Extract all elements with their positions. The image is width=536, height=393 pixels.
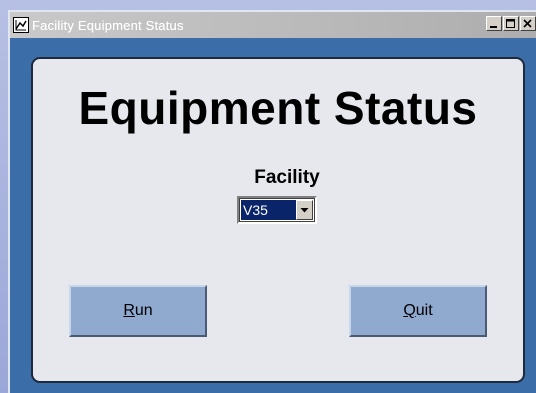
quit-button-mnemonic: Q bbox=[403, 302, 416, 319]
app-icon bbox=[13, 17, 29, 33]
chevron-down-icon bbox=[300, 208, 309, 213]
page-title: Equipment Status bbox=[78, 82, 478, 134]
app-window: Facility Equipment Status Equipment Stat… bbox=[8, 10, 536, 393]
run-button[interactable]: Run bbox=[69, 285, 207, 337]
facility-label: Facility bbox=[254, 167, 320, 188]
run-button-label: un bbox=[134, 302, 153, 319]
close-icon bbox=[523, 18, 532, 28]
facility-select-value: V35 bbox=[241, 200, 296, 220]
maximize-icon bbox=[506, 18, 515, 28]
minimize-icon bbox=[490, 25, 497, 28]
maximize-button[interactable] bbox=[503, 16, 519, 31]
minimize-button[interactable] bbox=[486, 16, 502, 31]
window-title: Facility Equipment Status bbox=[32, 17, 184, 33]
main-panel: Equipment Status Facility V35 Run Quit bbox=[31, 57, 525, 383]
run-button-mnemonic: R bbox=[123, 302, 135, 319]
caption-buttons bbox=[485, 16, 536, 31]
title-bar[interactable]: Facility Equipment Status bbox=[10, 12, 536, 38]
quit-button[interactable]: Quit bbox=[349, 285, 487, 337]
facility-dropdown-button[interactable] bbox=[296, 200, 313, 220]
close-button[interactable] bbox=[520, 16, 536, 31]
quit-button-label: uit bbox=[415, 302, 433, 319]
facility-select[interactable]: V35 bbox=[237, 196, 317, 224]
